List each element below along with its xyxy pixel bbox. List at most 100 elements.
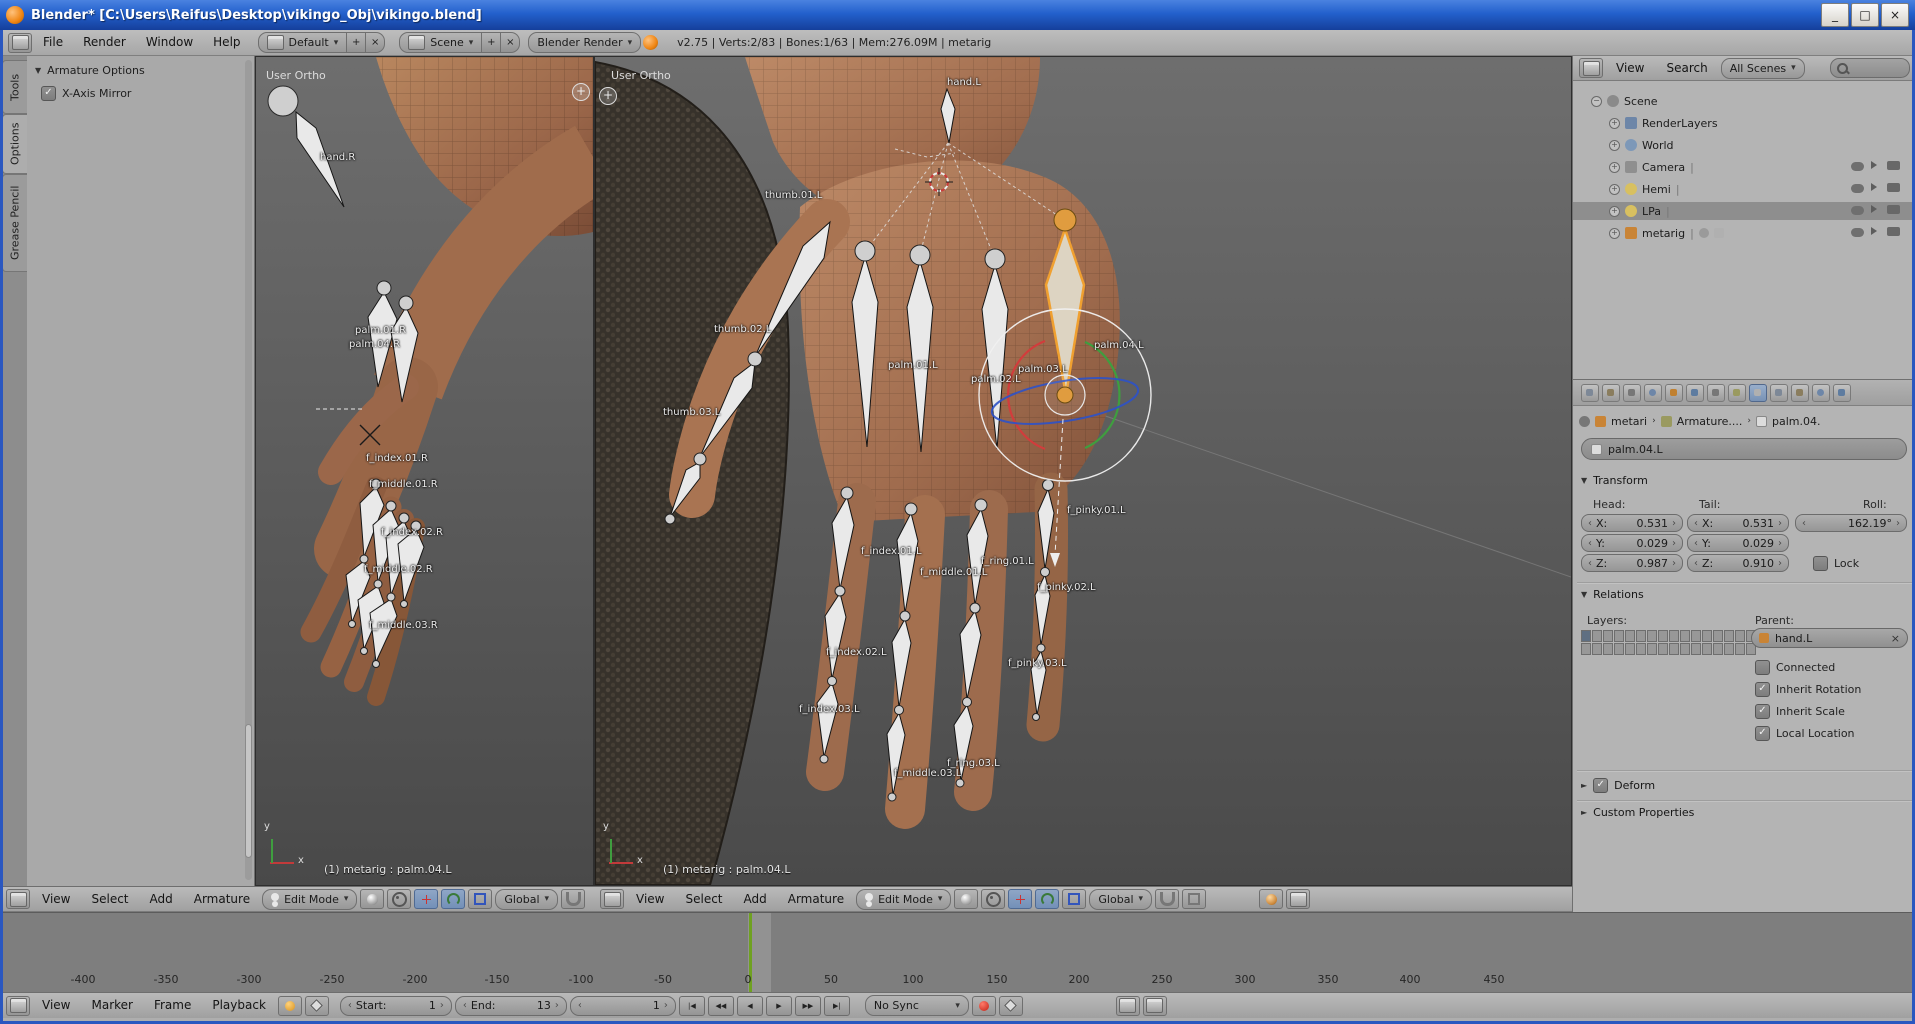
menu-armature[interactable]: Armature xyxy=(779,887,853,912)
keying-insert-button[interactable] xyxy=(999,996,1023,1016)
menu-select[interactable]: Select xyxy=(82,887,137,912)
tab-modifiers-icon[interactable] xyxy=(1707,384,1725,402)
breadcrumb-bone[interactable]: palm.04. xyxy=(1772,415,1821,428)
expand-icon[interactable]: − xyxy=(1591,96,1602,107)
expand-icon[interactable]: + xyxy=(1609,184,1620,195)
editor-type-3dview-icon[interactable] xyxy=(600,889,624,909)
tab-render-icon[interactable] xyxy=(1581,384,1599,402)
parent-field[interactable]: hand.L × xyxy=(1751,628,1908,648)
layer-cell[interactable] xyxy=(1669,630,1679,642)
render-opengl-anim-button[interactable] xyxy=(1286,889,1310,909)
record-toggle[interactable] xyxy=(972,996,996,1016)
inherit-scale-checkbox[interactable]: ✓ xyxy=(1755,704,1770,719)
outliner-row-world[interactable]: + World xyxy=(1609,136,1674,154)
close-button[interactable]: × xyxy=(1881,3,1909,27)
tab-texture-icon[interactable] xyxy=(1791,384,1809,402)
menu-playback[interactable]: Playback xyxy=(203,993,275,1018)
tab-options[interactable]: Options xyxy=(2,114,28,174)
end-frame-field[interactable]: ‹End:13› xyxy=(455,996,567,1016)
pivot-point-dropdown[interactable] xyxy=(387,889,411,909)
layer-cell[interactable] xyxy=(1603,630,1613,642)
tab-material-icon[interactable] xyxy=(1770,384,1788,402)
renderable-icon[interactable] xyxy=(1887,205,1900,214)
tab-world-icon[interactable] xyxy=(1644,384,1662,402)
layer-cell[interactable] xyxy=(1680,630,1690,642)
local-location-checkbox[interactable]: ✓ xyxy=(1755,726,1770,741)
layer-cell[interactable] xyxy=(1702,643,1712,655)
roll-field[interactable]: ‹162.19°› xyxy=(1795,514,1907,532)
add-region-button[interactable]: + xyxy=(599,87,617,105)
head-y-field[interactable]: ‹Y:0.029› xyxy=(1581,534,1683,552)
layer-cell[interactable] xyxy=(1691,643,1701,655)
editor-type-outliner-icon[interactable] xyxy=(1579,58,1603,78)
tail-x-field[interactable]: ‹X:0.531› xyxy=(1687,514,1789,532)
tail-z-field[interactable]: ‹Z:0.910› xyxy=(1687,554,1789,572)
prev-keyframe-button[interactable]: ◀◀ xyxy=(708,996,734,1016)
editor-type-3dview-icon[interactable] xyxy=(6,889,30,909)
lock-checkbox[interactable] xyxy=(1813,556,1828,571)
manipulator-translate-toggle[interactable] xyxy=(414,889,438,909)
deform-panel-header[interactable]: ► ✓ Deform xyxy=(1581,778,1655,793)
inherit-rotation-checkbox[interactable]: ✓ xyxy=(1755,682,1770,697)
play-button[interactable]: ▶ xyxy=(766,996,792,1016)
layer-cell[interactable] xyxy=(1735,630,1745,642)
mode-dropdown[interactable]: Edit Mode▾ xyxy=(262,889,357,910)
layer-cell[interactable] xyxy=(1581,630,1591,642)
menu-help[interactable]: Help xyxy=(204,30,249,55)
outliner-menu-search[interactable]: Search xyxy=(1657,56,1716,80)
transform-panel-header[interactable]: ▼ Transform xyxy=(1581,474,1648,487)
add-layout-button[interactable]: + xyxy=(347,32,366,53)
selectable-icon[interactable] xyxy=(1871,183,1877,191)
orientation-dropdown[interactable]: Global▾ xyxy=(1089,889,1152,910)
viewport-left[interactable]: User Ortho + hand.R palm.01.R palm.04.R … xyxy=(255,56,594,886)
clear-parent-icon[interactable]: × xyxy=(1891,632,1900,645)
scene-selector[interactable]: Scene▾ xyxy=(399,32,482,53)
render-opengl-button[interactable] xyxy=(1259,889,1283,909)
layer-cell[interactable] xyxy=(1658,643,1668,655)
snap-toggle[interactable] xyxy=(1155,889,1179,909)
layer-cell[interactable] xyxy=(1735,643,1745,655)
layer-cell[interactable] xyxy=(1702,630,1712,642)
tab-object-icon[interactable] xyxy=(1665,384,1683,402)
sync-dropdown[interactable]: No Sync▾ xyxy=(865,995,969,1016)
layer-cell[interactable] xyxy=(1713,630,1723,642)
menu-add[interactable]: Add xyxy=(141,887,182,912)
menu-frame[interactable]: Frame xyxy=(145,993,200,1018)
layer-cell[interactable] xyxy=(1724,630,1734,642)
manipulator-rotate-toggle[interactable] xyxy=(441,889,465,909)
manipulator-translate-toggle[interactable] xyxy=(1008,889,1032,909)
layer-cell[interactable] xyxy=(1636,630,1646,642)
delete-layout-button[interactable]: × xyxy=(366,32,385,53)
hide-eye-icon[interactable] xyxy=(1851,228,1864,237)
viewport-shading-dropdown[interactable] xyxy=(954,889,978,909)
expand-icon[interactable]: + xyxy=(1609,140,1620,151)
layer-cell[interactable] xyxy=(1647,643,1657,655)
pin-icon[interactable] xyxy=(1579,416,1590,427)
start-frame-field[interactable]: ‹Start:1› xyxy=(340,996,452,1016)
keying-set-button[interactable] xyxy=(305,996,329,1016)
hide-eye-icon[interactable] xyxy=(1851,184,1864,193)
jump-to-end-button[interactable]: ▶| xyxy=(824,996,850,1016)
renderable-icon[interactable] xyxy=(1887,183,1900,192)
tail-y-field[interactable]: ‹Y:0.029› xyxy=(1687,534,1789,552)
layer-cell[interactable] xyxy=(1658,630,1668,642)
orientation-dropdown[interactable]: Global▾ xyxy=(495,889,558,910)
pivot-point-dropdown[interactable] xyxy=(981,889,1005,909)
add-scene-button[interactable]: + xyxy=(482,32,501,53)
deform-checkbox[interactable]: ✓ xyxy=(1593,778,1608,793)
menu-view[interactable]: View xyxy=(33,887,79,912)
expand-icon[interactable]: + xyxy=(1609,162,1620,173)
add-region-button[interactable]: + xyxy=(572,83,590,101)
outliner-search-field[interactable] xyxy=(1830,58,1910,78)
expand-icon[interactable]: + xyxy=(1609,118,1620,129)
breadcrumb-object[interactable]: metari xyxy=(1611,415,1647,428)
outliner-row-metarig[interactable]: + metarig | xyxy=(1609,224,1724,242)
layer-cell[interactable] xyxy=(1625,630,1635,642)
menu-marker[interactable]: Marker xyxy=(82,993,141,1018)
viewport-shading-dropdown[interactable] xyxy=(360,889,384,909)
x-axis-mirror-checkbox[interactable]: ✓ xyxy=(41,86,56,101)
outliner-row-hemi[interactable]: + Hemi | xyxy=(1609,180,1680,198)
armature-options-panel-header[interactable]: ▼ Armature Options xyxy=(35,64,145,77)
selectable-icon[interactable] xyxy=(1871,161,1877,169)
layer-cell[interactable] xyxy=(1592,643,1602,655)
